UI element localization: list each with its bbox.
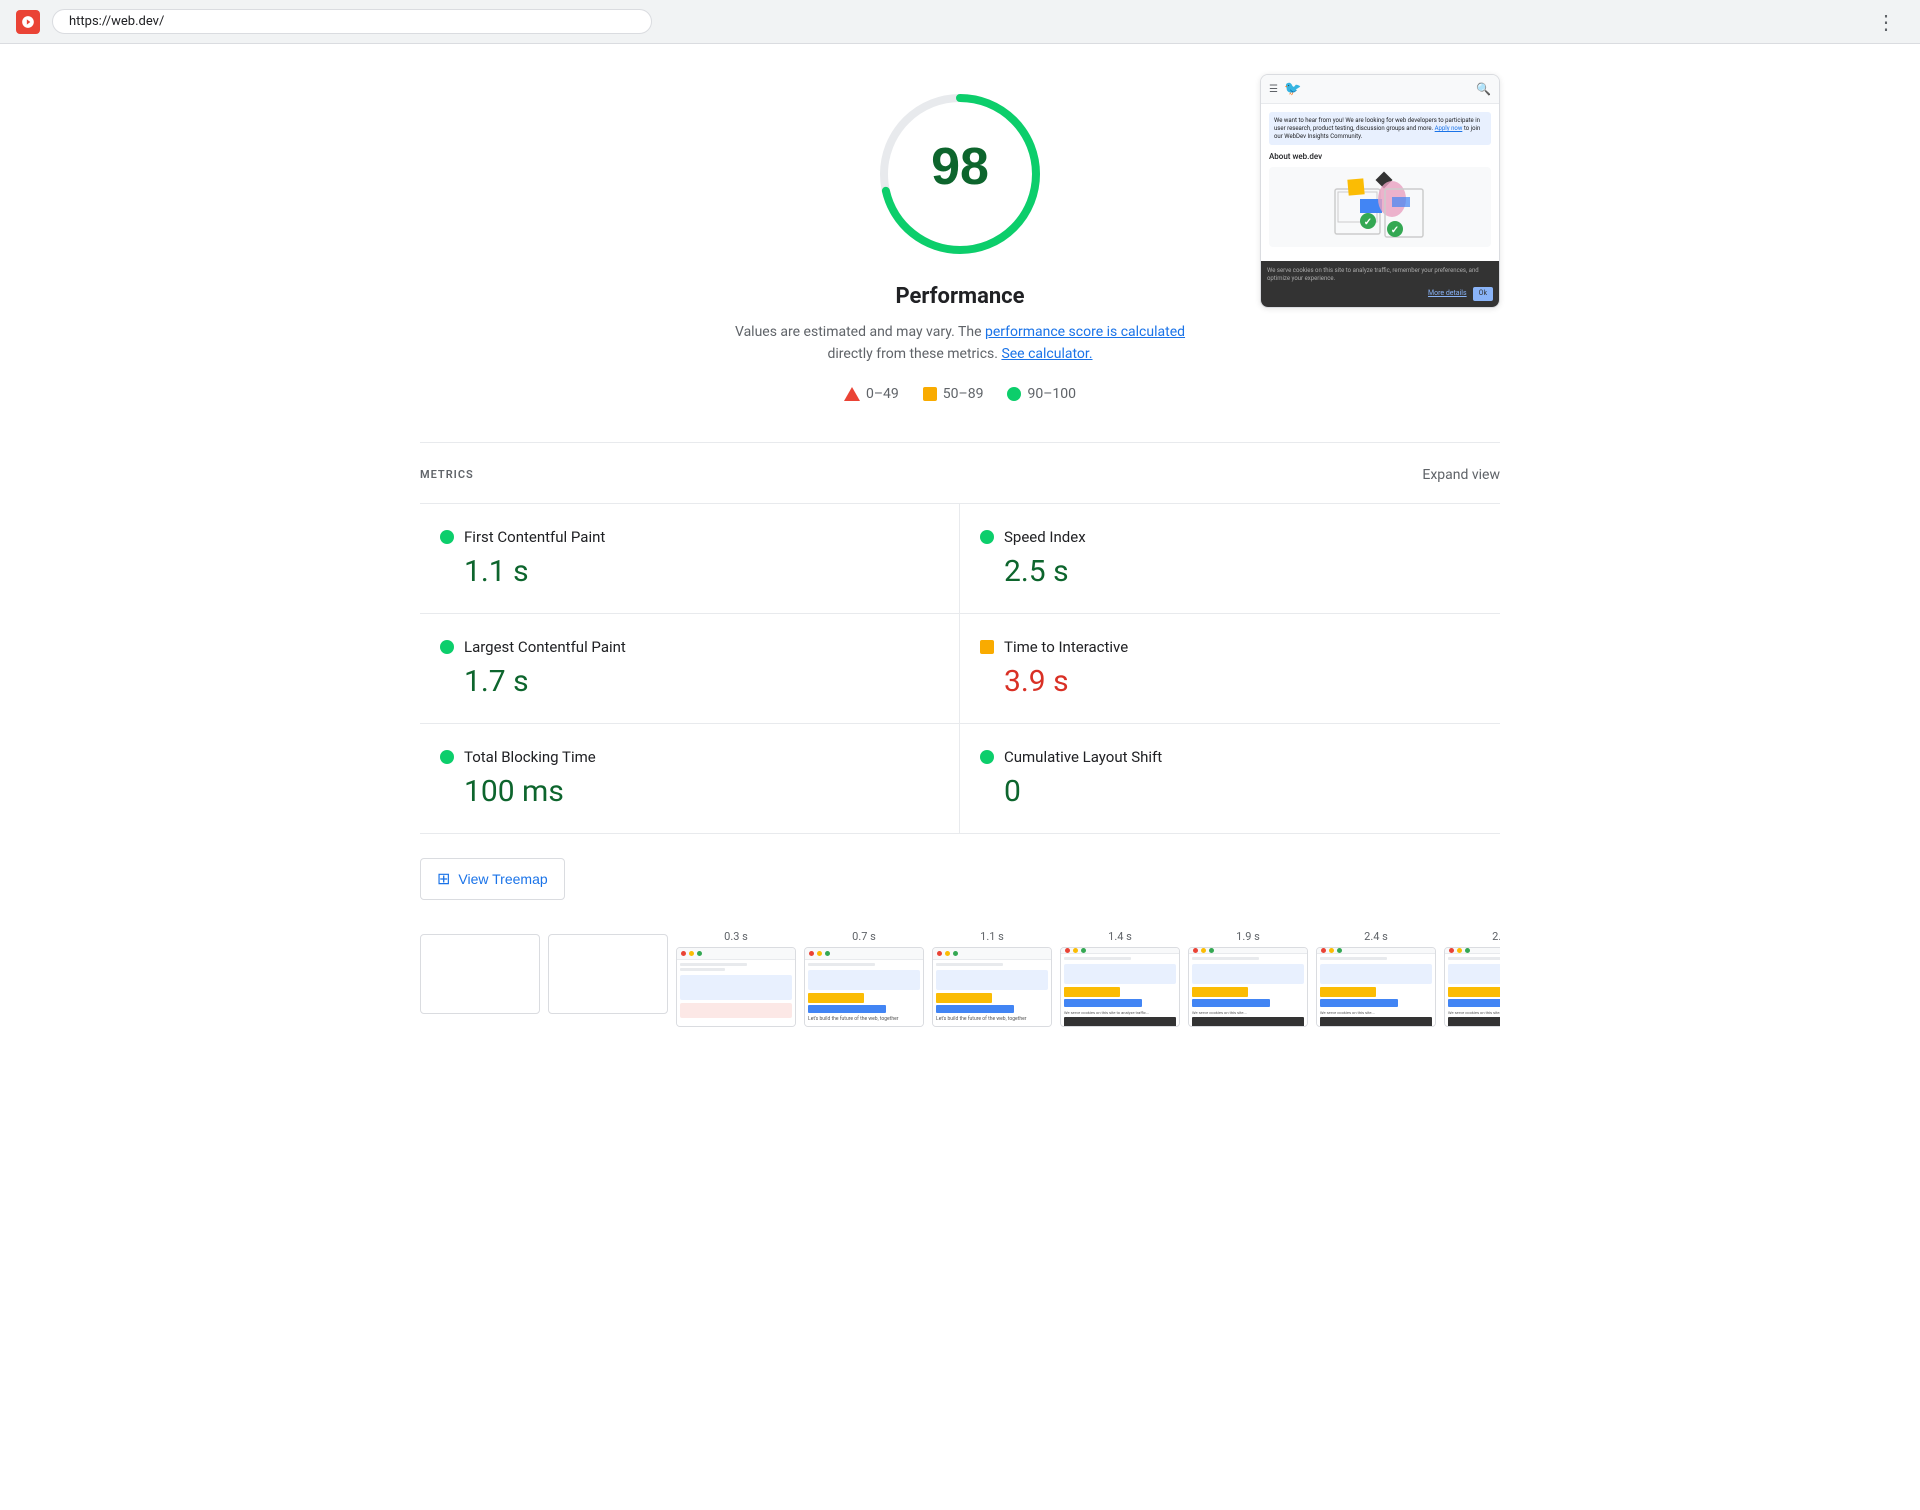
- si-value: 2.5 s: [980, 554, 1480, 589]
- frame-thumb-6: We serve cookies on this site...: [1188, 947, 1308, 1027]
- cls-value: 0: [980, 774, 1480, 809]
- tti-label: Time to Interactive: [1004, 638, 1128, 656]
- frame-thumb-4: Let's build the future of the web, toget…: [932, 947, 1052, 1027]
- preview-footer: We serve cookies on this site to analyze…: [1261, 261, 1499, 308]
- filmstrip-frame-6: 1.9 s We serve cookies on this site...: [1188, 930, 1308, 1027]
- metric-speed-index: Speed Index 2.5 s: [960, 504, 1500, 614]
- frame-time-6: 1.9 s: [1188, 930, 1308, 943]
- frame-time-8: 2.9 s: [1444, 930, 1500, 943]
- frame-time-7: 2.4 s: [1316, 930, 1436, 943]
- score-legend: 0–49 50–89 90–100: [420, 386, 1500, 402]
- filmstrip-frame-5: 1.4 s We serve cookies on this site to a…: [1060, 930, 1180, 1027]
- frame-time-5: 1.4 s: [1060, 930, 1180, 943]
- filmstrip-frame-3: 0.7 s Let's build the future of the web,…: [804, 930, 924, 1027]
- filmstrip: 0.3 s 0.7 s: [420, 930, 1500, 1037]
- filmstrip-frame-1: [548, 930, 668, 1027]
- metric-cls-name-row: Cumulative Layout Shift: [980, 748, 1480, 766]
- preview-illustration: ✓ ✓: [1269, 167, 1491, 247]
- lcp-status-dot: [440, 640, 454, 654]
- performance-score-link[interactable]: performance score is calculated: [985, 324, 1185, 340]
- orange-square-icon: [923, 387, 937, 401]
- tbt-label: Total Blocking Time: [464, 748, 596, 766]
- frame-thumb-7: We serve cookies on this site...: [1316, 947, 1436, 1027]
- metrics-title: METRICS: [420, 468, 474, 481]
- legend-item-red: 0–49: [844, 386, 899, 402]
- url-bar[interactable]: https://web.dev/: [52, 9, 652, 34]
- legend-item-orange: 50–89: [923, 386, 984, 402]
- cls-status-dot: [980, 750, 994, 764]
- metric-tbt: Total Blocking Time 100 ms: [420, 724, 960, 834]
- filmstrip-frame-2: 0.3 s: [676, 930, 796, 1027]
- expand-view-button[interactable]: Expand view: [1422, 467, 1500, 483]
- lcp-label: Largest Contentful Paint: [464, 638, 626, 656]
- frame-thumb-1: [548, 934, 668, 1014]
- view-treemap-button[interactable]: ⊞ View Treemap: [420, 858, 565, 900]
- legend-item-green: 90–100: [1007, 386, 1076, 402]
- cls-label: Cumulative Layout Shift: [1004, 748, 1162, 766]
- frame-thumb-2: [676, 947, 796, 1027]
- metric-fcp: First Contentful Paint 1.1 s: [420, 504, 960, 614]
- frame-thumb-5: We serve cookies on this site to analyze…: [1060, 947, 1180, 1027]
- frame-time-3: 0.7 s: [804, 930, 924, 943]
- preview-banner: We want to hear from you! We are looking…: [1269, 112, 1491, 145]
- score-circle-container: 98: [870, 84, 1050, 268]
- hamburger-icon: ☰: [1269, 84, 1278, 95]
- filmstrip-frame-0: [420, 930, 540, 1027]
- metric-tti: Time to Interactive 3.9 s: [960, 614, 1500, 724]
- frame-time-4: 1.1 s: [932, 930, 1052, 943]
- svg-text:✓: ✓: [1391, 225, 1399, 236]
- more-details-link[interactable]: More details: [1428, 289, 1467, 299]
- svg-text:✓: ✓: [1364, 217, 1372, 228]
- metrics-header: METRICS Expand view: [420, 467, 1500, 483]
- metric-lcp: Largest Contentful Paint 1.7 s: [420, 614, 960, 724]
- metric-cls: Cumulative Layout Shift 0: [960, 724, 1500, 834]
- filmstrip-frame-8: 2.9 s We serve cookies on this site...: [1444, 930, 1500, 1027]
- preview-header: ☰ 🐦 🔍: [1261, 75, 1499, 104]
- frame-time-2: 0.3 s: [676, 930, 796, 943]
- score-section: 98 Performance Values are estimated and …: [420, 84, 1500, 402]
- section-divider: [420, 442, 1500, 443]
- si-status-dot: [980, 530, 994, 544]
- red-triangle-icon: [844, 387, 860, 401]
- tti-value: 3.9 s: [980, 664, 1480, 699]
- browser-chrome: https://web.dev/ ⋮: [0, 0, 1920, 44]
- frame-thumb-0: [420, 934, 540, 1014]
- svg-text:98: 98: [931, 138, 989, 196]
- fcp-status-dot: [440, 530, 454, 544]
- search-icon: 🔍: [1476, 82, 1491, 96]
- see-calculator-link[interactable]: See calculator.: [1001, 346, 1092, 362]
- si-label: Speed Index: [1004, 528, 1086, 546]
- site-preview: ☰ 🐦 🔍 We want to hear from you! We are l…: [1260, 74, 1500, 308]
- score-description: Values are estimated and may vary. The p…: [730, 321, 1190, 366]
- page-content: 98 Performance Values are estimated and …: [360, 44, 1560, 1077]
- fcp-value: 1.1 s: [440, 554, 939, 589]
- lcp-value: 1.7 s: [440, 664, 939, 699]
- treemap-label: View Treemap: [458, 871, 547, 887]
- metrics-grid: First Contentful Paint 1.1 s Speed Index…: [420, 503, 1500, 834]
- tti-status-dot: [980, 640, 994, 654]
- browser-menu-button[interactable]: ⋮: [1868, 6, 1904, 38]
- fcp-label: First Contentful Paint: [464, 528, 605, 546]
- browser-app-icon: [16, 10, 40, 34]
- metric-tti-name-row: Time to Interactive: [980, 638, 1480, 656]
- filmstrip-frame-7: 2.4 s We serve cookies on this site...: [1316, 930, 1436, 1027]
- metric-tbt-name-row: Total Blocking Time: [440, 748, 939, 766]
- score-circle-svg: 98: [870, 84, 1050, 264]
- filmstrip-frame-4: 1.1 s Let's build the future of the web,…: [932, 930, 1052, 1027]
- metric-lcp-name-row: Largest Contentful Paint: [440, 638, 939, 656]
- metric-fcp-name-row: First Contentful Paint: [440, 528, 939, 546]
- treemap-icon: ⊞: [437, 869, 450, 889]
- preview-body: We want to hear from you! We are looking…: [1261, 104, 1499, 261]
- preview-about-label: About web.dev: [1269, 151, 1491, 162]
- webdev-logo-icon: 🐦: [1284, 81, 1301, 97]
- tbt-value: 100 ms: [440, 774, 939, 809]
- cookie-ok-button[interactable]: Ok: [1473, 287, 1493, 301]
- tbt-status-dot: [440, 750, 454, 764]
- green-circle-icon: [1007, 387, 1021, 401]
- frame-thumb-8: We serve cookies on this site...: [1444, 947, 1500, 1027]
- frame-thumb-3: Let's build the future of the web, toget…: [804, 947, 924, 1027]
- metric-si-name-row: Speed Index: [980, 528, 1480, 546]
